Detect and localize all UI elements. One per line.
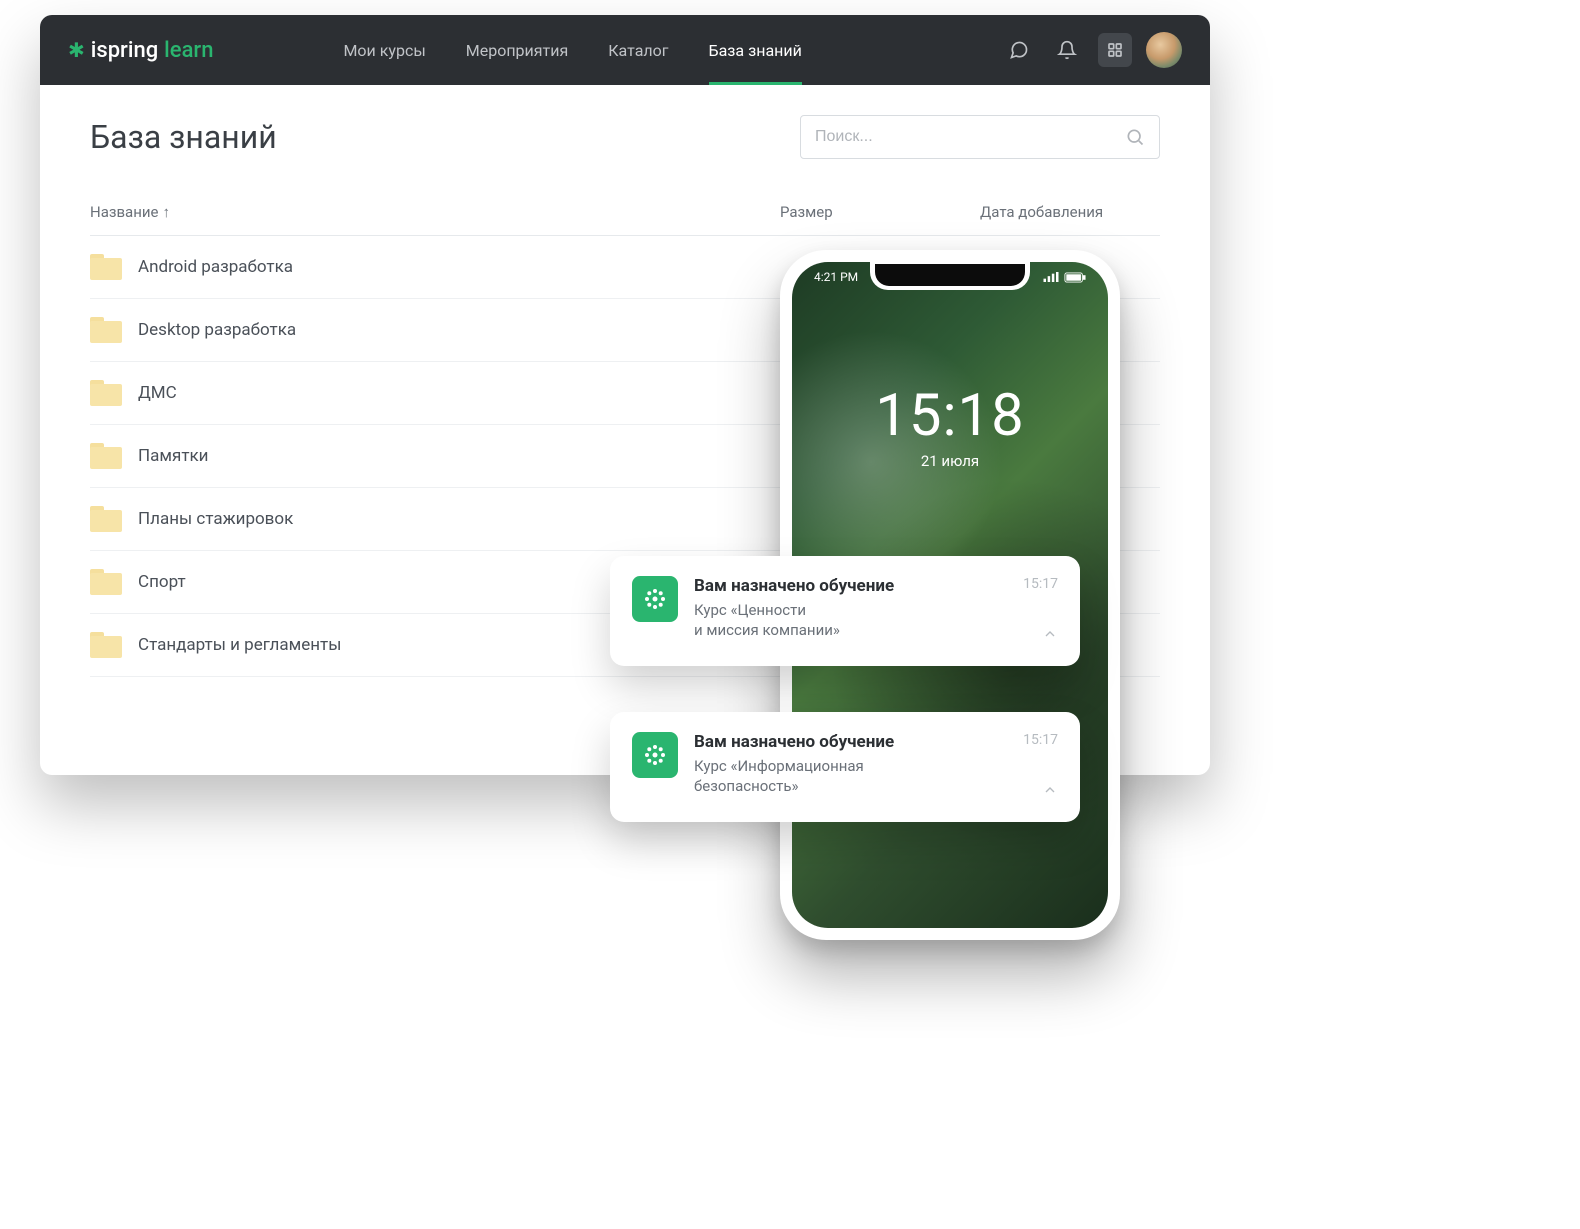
topbar: ✱ ispring learn Мои курсы Мероприятия Ка… <box>40 15 1210 85</box>
column-name-label: Название <box>90 203 158 221</box>
chat-icon[interactable] <box>1002 33 1036 67</box>
folder-icon <box>90 317 122 343</box>
notification-card[interactable]: Вам назначено обучение Курс «Информацион… <box>610 712 1080 822</box>
folder-label: Спорт <box>138 572 186 592</box>
notification-meta: 15:17 <box>1023 732 1058 802</box>
app-icon <box>632 732 678 778</box>
notification-text: Курс «Ценности и миссия компании» <box>694 600 1007 641</box>
folder-label: Desktop разработка <box>138 320 296 340</box>
table-header: Название ↑ Размер Дата добавления <box>90 189 1160 236</box>
phone-notch <box>870 262 1030 290</box>
logo-text-ispring: ispring <box>91 38 158 63</box>
search-box[interactable] <box>800 115 1160 159</box>
lock-date-value: 21 июля <box>792 452 1108 470</box>
folder-icon <box>90 380 122 406</box>
signal-icon <box>1043 272 1059 282</box>
folder-label: Стандарты и регламенты <box>138 635 341 655</box>
notification-card[interactable]: Вам назначено обучение Курс «Ценности и … <box>610 556 1080 666</box>
column-size-label[interactable]: Размер <box>780 203 980 221</box>
status-time: 4:21 PM <box>814 270 858 284</box>
page-title: База знаний <box>90 118 277 156</box>
column-date-label[interactable]: Дата добавления <box>980 203 1160 221</box>
folder-label: Планы стажировок <box>138 509 293 529</box>
folder-icon <box>90 254 122 280</box>
lock-screen-time: 15:18 21 июля <box>792 382 1108 470</box>
topbar-right <box>1002 32 1182 68</box>
search-icon <box>1125 127 1145 147</box>
folder-label: Android разработка <box>138 257 293 277</box>
notification-meta: 15:17 <box>1023 576 1058 646</box>
notification-time: 15:17 <box>1023 732 1058 748</box>
chevron-up-icon[interactable] <box>1042 626 1058 646</box>
main-nav: Мои курсы Мероприятия Каталог База знани… <box>343 15 801 85</box>
search-input[interactable] <box>815 128 1125 146</box>
sort-asc-icon: ↑ <box>162 203 170 221</box>
column-name-sort[interactable]: Название ↑ <box>90 203 780 221</box>
folder-icon <box>90 569 122 595</box>
battery-icon <box>1064 272 1086 283</box>
logo-text-learn: learn <box>164 38 213 63</box>
folder-icon <box>90 443 122 469</box>
status-right <box>1043 270 1086 284</box>
folder-icon <box>90 632 122 658</box>
notification-text: Курс «Информационная безопасность» <box>694 756 1007 797</box>
bell-icon[interactable] <box>1050 33 1084 67</box>
logo[interactable]: ✱ ispring learn <box>68 38 213 63</box>
notification-body: Вам назначено обучение Курс «Информацион… <box>694 732 1007 802</box>
notification-body: Вам назначено обучение Курс «Ценности и … <box>694 576 1007 646</box>
avatar[interactable] <box>1146 32 1182 68</box>
notification-time: 15:17 <box>1023 576 1058 592</box>
nav-events[interactable]: Мероприятия <box>466 15 569 85</box>
notification-title: Вам назначено обучение <box>694 576 1007 596</box>
folder-icon <box>90 506 122 532</box>
chevron-up-icon[interactable] <box>1042 782 1058 802</box>
nav-knowledge-base[interactable]: База знаний <box>709 15 802 85</box>
app-icon <box>632 576 678 622</box>
nav-my-courses[interactable]: Мои курсы <box>343 15 425 85</box>
logo-mark-icon: ✱ <box>68 38 85 62</box>
folder-label: Памятки <box>138 446 209 466</box>
notification-title: Вам назначено обучение <box>694 732 1007 752</box>
folder-label: ДМС <box>138 383 177 403</box>
nav-catalog[interactable]: Каталог <box>608 15 668 85</box>
apps-icon[interactable] <box>1098 33 1132 67</box>
content-head: База знаний <box>90 115 1160 159</box>
lock-time-value: 15:18 <box>792 382 1108 450</box>
